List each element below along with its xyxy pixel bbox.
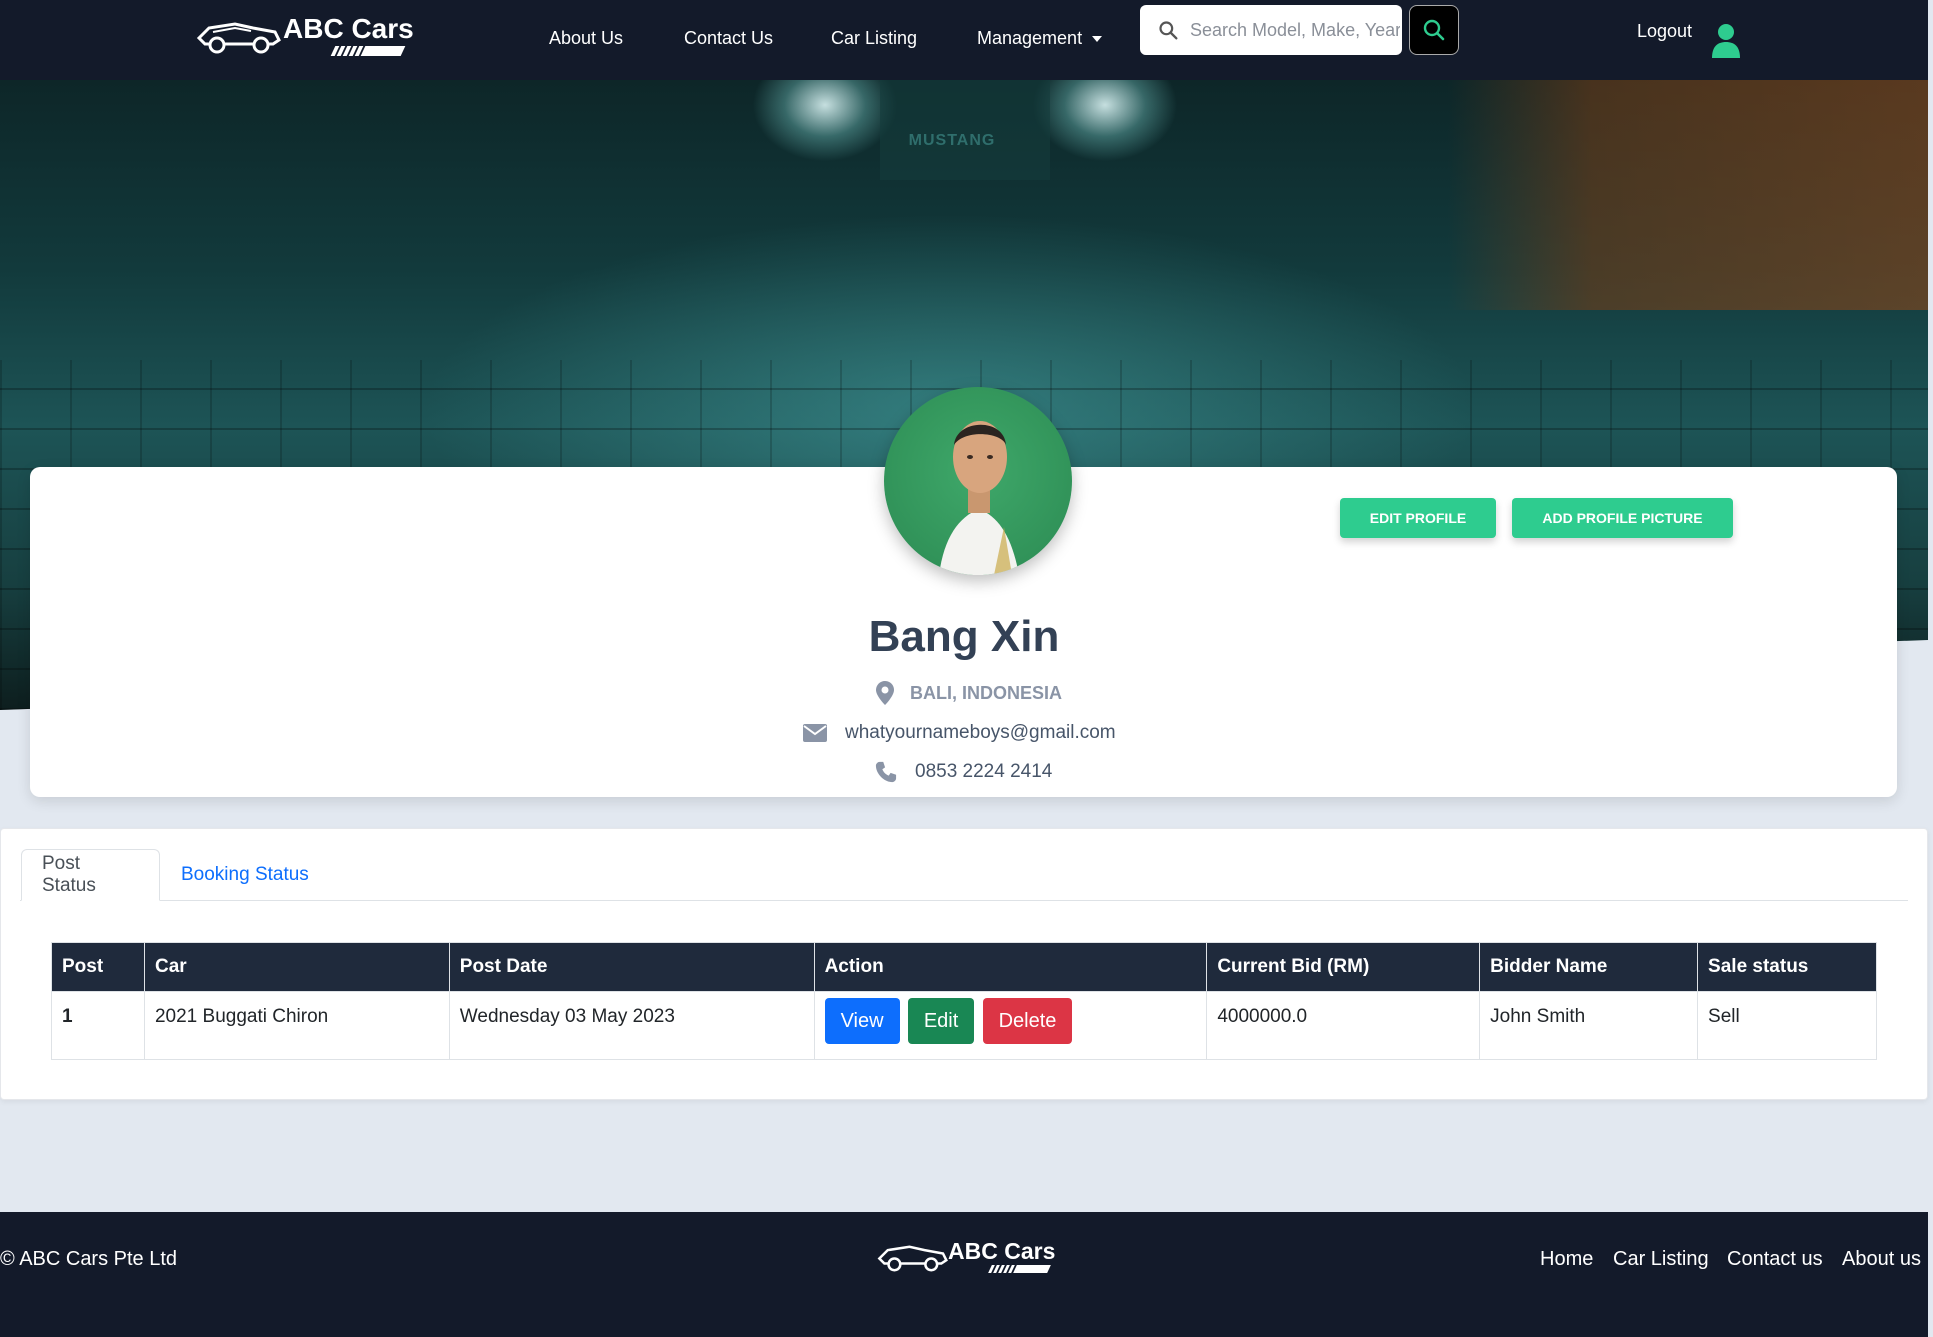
hero-sign-text: MUSTANG <box>908 132 996 149</box>
nav-contact-us[interactable]: Contact Us <box>684 28 773 49</box>
column-header-car: Car <box>143 942 450 992</box>
column-header-post-date: Post Date <box>448 942 815 992</box>
cell-bidder-name: John Smith <box>1479 991 1699 1060</box>
profile-name: Bang Xin <box>868 612 1060 661</box>
cell-actions: View Edit Delete <box>813 991 1208 1060</box>
posts-table: Post Car Post Date Action Current Bid (R… <box>51 942 1877 1060</box>
add-profile-picture-button[interactable]: ADD PROFILE PICTURE <box>1512 498 1733 538</box>
phone-icon <box>875 761 897 783</box>
cell-car: 2021 Buggati Chiron <box>143 991 450 1060</box>
column-header-post: Post <box>51 942 145 992</box>
edit-button[interactable]: Edit <box>907 998 975 1044</box>
search-input[interactable] <box>1188 18 1402 42</box>
location-text: BALI, INDONESIA <box>910 682 1063 703</box>
cell-sale-status: Sell <box>1697 991 1877 1060</box>
search-icon <box>1159 21 1178 40</box>
nav-management-label: Management <box>977 28 1083 48</box>
footer-brand-name: ABC Cars <box>948 1238 1056 1264</box>
footer-link-car-listing[interactable]: Car Listing <box>1613 1248 1709 1271</box>
cell-post: 1 <box>51 991 145 1060</box>
column-header-current-bid: Current Bid (RM) <box>1206 942 1481 992</box>
nav-about-us[interactable]: About Us <box>549 28 623 49</box>
profile-phone: 0853 2224 2414 <box>875 761 1052 783</box>
search-box <box>1140 5 1402 55</box>
map-pin-icon <box>876 681 894 705</box>
hero-wall <box>1448 80 1928 310</box>
column-header-bidder-name: Bidder Name <box>1479 942 1699 992</box>
edit-profile-button[interactable]: EDIT PROFILE <box>1340 498 1496 538</box>
table-row: 1 2021 Buggati Chiron Wednesday 03 May 2… <box>51 991 1877 1060</box>
logout-link[interactable]: Logout <box>1637 21 1692 42</box>
column-header-sale-status: Sale status <box>1697 942 1877 992</box>
user-icon[interactable] <box>1710 22 1742 58</box>
tab-booking-status[interactable]: Booking Status <box>161 849 329 901</box>
footer-brand-logo[interactable]: ABC Cars <box>876 1238 1055 1274</box>
search-button[interactable] <box>1409 5 1459 55</box>
footer-link-contact-us[interactable]: Contact us <box>1727 1248 1823 1271</box>
profile-location: BALI, INDONESIA <box>876 681 1062 705</box>
profile-email: whatyournameboys@gmail.com <box>803 722 1116 744</box>
footer-link-home[interactable]: Home <box>1540 1248 1593 1271</box>
profile-photo <box>939 421 1019 575</box>
footer-brand-stripes <box>988 1265 1055 1273</box>
footer-link-about-us[interactable]: About us <box>1842 1248 1921 1271</box>
nav-management-dropdown[interactable]: Management <box>977 28 1103 49</box>
tab-post-status[interactable]: Post Status <box>21 849 160 901</box>
car-logo-icon <box>877 1245 948 1272</box>
hero-garage-door <box>880 80 1050 180</box>
table-header-row: Post Car Post Date Action Current Bid (R… <box>51 942 1877 992</box>
profile-avatar <box>884 387 1072 575</box>
delete-button[interactable]: Delete <box>982 998 1073 1044</box>
view-button[interactable]: View <box>824 998 900 1044</box>
email-text: whatyournameboys@gmail.com <box>845 722 1116 743</box>
brand-name: ABC Cars <box>283 13 414 44</box>
cell-current-bid: 4000000.0 <box>1206 991 1481 1060</box>
search-icon <box>1423 19 1445 41</box>
brand-logo[interactable]: ABC Cars <box>195 14 414 56</box>
column-header-action: Action <box>813 942 1208 992</box>
nav-car-listing[interactable]: Car Listing <box>831 28 917 49</box>
cell-post-date: Wednesday 03 May 2023 <box>448 991 815 1060</box>
footer-copyright: © ABC Cars Pte Ltd <box>0 1248 178 1270</box>
envelope-icon <box>803 724 827 742</box>
phone-text: 0853 2224 2414 <box>915 761 1053 782</box>
brand-stripes <box>330 46 414 56</box>
chevron-down-icon <box>1092 36 1103 43</box>
footer: © ABC Cars Pte Ltd ABC Cars Home Car Lis… <box>0 1212 1928 1337</box>
top-navbar: ABC Cars About Us Contact Us Car Listing… <box>0 0 1928 80</box>
car-logo-icon <box>196 22 281 54</box>
